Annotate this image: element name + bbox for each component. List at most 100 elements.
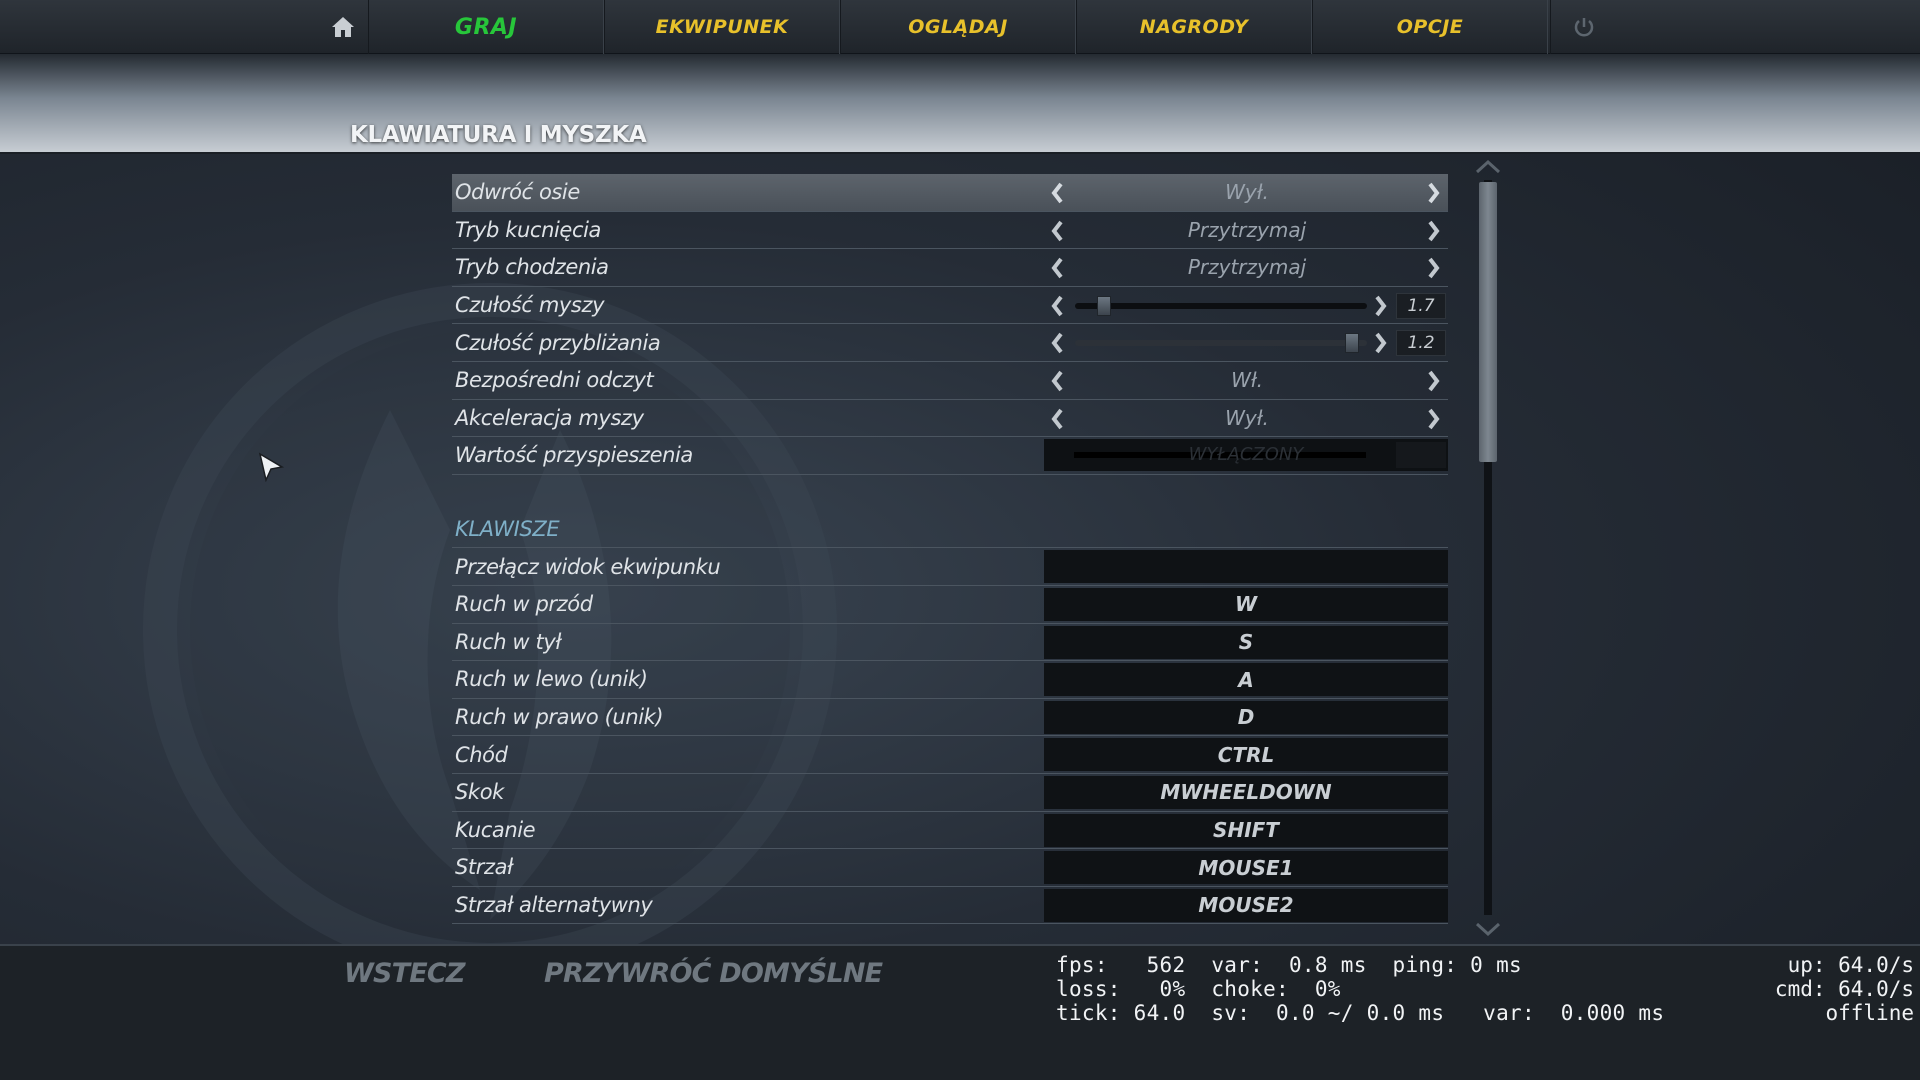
chevron-left-icon[interactable] xyxy=(1050,370,1064,392)
keybind-row[interactable]: Kucanie SHIFT xyxy=(452,812,1448,850)
keybind-row[interactable]: Ruch w prawo (unik) D xyxy=(452,699,1448,737)
setting-value: Wył. xyxy=(1225,180,1269,205)
header-band xyxy=(0,54,1920,154)
keybind-button[interactable]: CTRL xyxy=(1044,738,1448,772)
restore-defaults-button[interactable]: PRZYWRÓĆ DOMYŚLNE xyxy=(544,958,883,989)
keybind-button[interactable]: MOUSE1 xyxy=(1044,851,1448,885)
keybind-label: Ruch w przód xyxy=(455,592,593,617)
netgraph-stats: fps: 562 var: 0.8 ms ping: 0 ms loss: 0% … xyxy=(1056,953,1664,1025)
tab-nagrody[interactable]: NAGRODY xyxy=(1076,0,1312,54)
keybind-label: Chód xyxy=(455,742,508,767)
setting-row-crouch-mode[interactable]: Tryb kucnięcia Przytrzymaj xyxy=(452,212,1448,250)
netgraph-rates: up: 64.0/s cmd: 64.0/s offline xyxy=(1775,953,1914,1025)
chevron-left-icon[interactable] xyxy=(1050,295,1064,317)
keybind-row[interactable]: Przełącz widok ekwipunku xyxy=(452,548,1448,586)
setting-label: Tryb chodzenia xyxy=(455,255,609,280)
slider-value[interactable]: 1.2 xyxy=(1396,330,1446,357)
setting-row-acceleration-value: Wartość przyspieszenia WYŁĄCZONY xyxy=(452,437,1448,475)
netgraph-line: up: 64.0/s xyxy=(1787,953,1914,977)
keybind-button[interactable]: SHIFT xyxy=(1044,813,1448,847)
setting-label: Tryb kucnięcia xyxy=(455,217,601,242)
back-button[interactable]: WSTECZ xyxy=(344,958,465,989)
chevron-left-icon[interactable] xyxy=(1050,332,1064,354)
keybind-label: Strzał alternatywny xyxy=(455,892,653,917)
slider-thumb[interactable] xyxy=(1344,333,1359,354)
keybind-row[interactable]: Strzał MOUSE1 xyxy=(452,849,1448,887)
chevron-left-icon[interactable] xyxy=(1050,220,1064,242)
setting-row-mouse-acceleration[interactable]: Akceleracja myszy Wył. xyxy=(452,400,1448,438)
setting-row-zoom-sensitivity[interactable]: Czułość przybliżania 1.2 xyxy=(452,324,1448,362)
tab-ogladaj[interactable]: OGLĄDAJ xyxy=(840,0,1076,54)
slider-value[interactable]: 1.7 xyxy=(1396,292,1446,319)
keybind-button[interactable]: D xyxy=(1044,700,1448,734)
power-icon xyxy=(1574,18,1593,37)
setting-label: Odwróć osie xyxy=(455,180,580,205)
setting-label: Czułość myszy xyxy=(455,293,605,318)
disabled-value-box xyxy=(1396,442,1446,469)
keybind-button[interactable]: A xyxy=(1044,663,1448,697)
scroll-down-icon[interactable] xyxy=(1474,922,1502,938)
tab-ekwipunek[interactable]: EKWIPUNEK xyxy=(604,0,840,54)
home-icon xyxy=(332,17,354,37)
tab-opcje[interactable]: OPCJE xyxy=(1312,0,1548,54)
page-title: KLAWIATURA I MYSZKA xyxy=(350,122,647,148)
setting-value: Przytrzymaj xyxy=(1187,217,1307,242)
setting-label: Bezpośredni odczyt xyxy=(455,368,654,393)
mouse-cursor-icon xyxy=(258,452,284,482)
scroll-up-icon[interactable] xyxy=(1474,158,1502,174)
keybind-row[interactable]: Ruch w przód W xyxy=(452,586,1448,624)
chevron-right-icon[interactable] xyxy=(1374,332,1388,354)
tab-graj[interactable]: GRAJ xyxy=(368,0,604,54)
keybind-button[interactable]: MOUSE2 xyxy=(1044,888,1448,922)
chevron-right-icon[interactable] xyxy=(1427,408,1441,430)
setting-row-invert-axes[interactable]: Odwróć osie Wył. xyxy=(452,174,1448,212)
keybind-row[interactable]: Skok MWHEELDOWN xyxy=(452,774,1448,812)
netgraph-line: loss: 0% choke: 0% xyxy=(1056,977,1341,1001)
keybind-label: Kucanie xyxy=(455,817,536,842)
netgraph-line: cmd: 64.0/s xyxy=(1774,977,1914,1001)
setting-row-raw-input[interactable]: Bezpośredni odczyt Wł. xyxy=(452,362,1448,400)
setting-label: Czułość przybliżania xyxy=(455,330,661,355)
slider-track[interactable] xyxy=(1075,340,1367,347)
keybind-button[interactable]: S xyxy=(1044,625,1448,659)
power-button[interactable] xyxy=(1550,0,1616,54)
section-header-keys: KLAWISZE xyxy=(452,511,1448,549)
chevron-right-icon[interactable] xyxy=(1427,182,1441,204)
settings-list: Odwróć osie Wył. Tryb kucnięcia Przytrzy… xyxy=(452,174,1448,925)
chevron-left-icon[interactable] xyxy=(1050,408,1064,430)
chevron-left-icon[interactable] xyxy=(1050,182,1064,204)
keybind-button[interactable]: W xyxy=(1044,587,1448,621)
setting-label: Wartość przyspieszenia xyxy=(455,443,693,468)
setting-row-walk-mode[interactable]: Tryb chodzenia Przytrzymaj xyxy=(452,249,1448,287)
slider-track[interactable] xyxy=(1075,302,1367,309)
slider-thumb[interactable] xyxy=(1097,295,1112,316)
chevron-left-icon[interactable] xyxy=(1050,257,1064,279)
setting-row-mouse-sensitivity[interactable]: Czułość myszy 1.7 xyxy=(452,287,1448,325)
keybind-label: Przełącz widok ekwipunku xyxy=(455,554,721,579)
disabled-value: WYŁĄCZONY xyxy=(1188,444,1304,466)
keybind-row[interactable]: Ruch w lewo (unik) A xyxy=(452,661,1448,699)
home-button[interactable] xyxy=(318,0,368,54)
keybind-label: Skok xyxy=(455,780,504,805)
top-navigation: GRAJ EKWIPUNEK OGLĄDAJ NAGRODY OPCJE xyxy=(0,0,1920,54)
keybind-row[interactable]: Chód CTRL xyxy=(452,736,1448,774)
setting-label: Akceleracja myszy xyxy=(455,405,644,430)
chevron-right-icon[interactable] xyxy=(1427,257,1441,279)
keybind-row[interactable]: Ruch w tył S xyxy=(452,624,1448,662)
keybind-label: Ruch w prawo (unik) xyxy=(455,705,664,730)
chevron-right-icon[interactable] xyxy=(1427,370,1441,392)
keybind-button[interactable] xyxy=(1044,550,1448,584)
chevron-right-icon[interactable] xyxy=(1427,220,1441,242)
keybind-label: Ruch w tył xyxy=(455,629,561,654)
disabled-slider: WYŁĄCZONY xyxy=(1044,439,1448,472)
chevron-right-icon[interactable] xyxy=(1374,295,1388,317)
keybind-button[interactable]: MWHEELDOWN xyxy=(1044,775,1448,809)
setting-value: Wł. xyxy=(1231,368,1263,393)
scrollbar-thumb[interactable] xyxy=(1479,182,1497,462)
keybind-row[interactable]: Strzał alternatywny MOUSE2 xyxy=(452,887,1448,925)
netgraph-line: tick: 64.0 sv: 0.0 ~/ 0.0 ms var: 0.000 … xyxy=(1056,1001,1665,1025)
setting-value: Wył. xyxy=(1225,405,1269,430)
section-title: KLAWISZE xyxy=(455,516,560,541)
keybind-label: Strzał xyxy=(455,855,513,880)
